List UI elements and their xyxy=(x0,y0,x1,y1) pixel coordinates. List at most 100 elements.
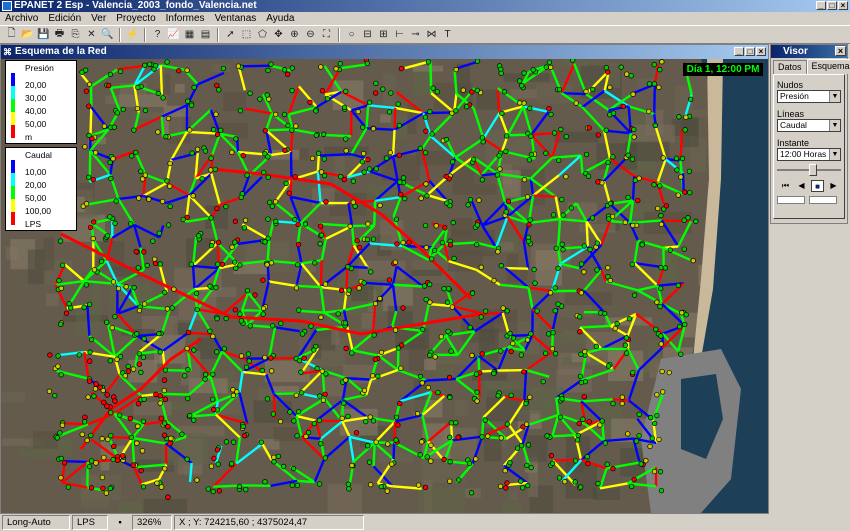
map-maximize-button[interactable]: □ xyxy=(745,47,755,56)
junction-node xyxy=(368,269,374,275)
junction-node xyxy=(482,417,488,423)
options-icon[interactable]: ▤ xyxy=(198,27,213,42)
junction-node xyxy=(117,68,124,74)
links-select[interactable]: Caudal ▼ xyxy=(777,119,841,132)
minimize-button[interactable]: _ xyxy=(816,1,826,10)
graph-icon[interactable]: 📈 xyxy=(166,27,181,42)
junction-node xyxy=(47,352,53,358)
zoom-in-icon[interactable]: ⊕ xyxy=(287,27,302,42)
junction-node xyxy=(663,203,670,209)
junction-node xyxy=(318,441,324,447)
junction-node xyxy=(587,246,593,253)
junction-node xyxy=(107,485,113,491)
pipe-icon[interactable]: ⊢ xyxy=(392,27,407,42)
junction-node xyxy=(364,60,370,67)
pump-icon[interactable]: ⊸ xyxy=(408,27,423,42)
pressure-legend[interactable]: Presión 20,00 30,00 40,00 50,00 m xyxy=(5,60,77,144)
save-icon[interactable]: 💾 xyxy=(36,27,51,42)
junction-node xyxy=(125,363,131,369)
reservoir-icon[interactable]: ⊟ xyxy=(360,27,375,42)
rewind-button[interactable]: ⏮ xyxy=(779,180,792,192)
region-icon[interactable]: ⬠ xyxy=(255,27,270,42)
junction-node xyxy=(298,369,304,375)
junction-node xyxy=(260,277,266,283)
junction-node xyxy=(361,387,368,393)
chevron-down-icon[interactable]: ▼ xyxy=(829,120,840,131)
new-icon[interactable]: 🗋 xyxy=(4,27,19,42)
junction-node xyxy=(449,304,455,310)
network-map-canvas[interactable] xyxy=(1,59,768,513)
zoom-out-icon[interactable]: ⊖ xyxy=(303,27,318,42)
junction-icon[interactable]: ○ xyxy=(344,27,359,42)
junction-node xyxy=(572,479,578,485)
tab-esquema[interactable]: Esquema xyxy=(806,59,850,74)
full-extent-icon[interactable]: ⛶ xyxy=(319,27,334,42)
junction-node xyxy=(262,127,268,134)
junction-node xyxy=(210,396,216,403)
menu-edicion[interactable]: Edición xyxy=(47,12,82,25)
city-block xyxy=(174,83,185,93)
pipe-link xyxy=(296,284,321,289)
junction-node xyxy=(498,435,504,441)
time-slider[interactable] xyxy=(777,164,841,176)
vertex-icon[interactable]: ⬚ xyxy=(239,27,254,42)
find-icon[interactable]: 🔍 xyxy=(100,27,115,42)
chevron-down-icon[interactable]: ▼ xyxy=(829,91,840,102)
menu-ventanas[interactable]: Ventanas xyxy=(214,12,258,25)
close-button[interactable]: × xyxy=(838,1,848,10)
open-icon[interactable]: 📂 xyxy=(20,27,35,42)
label-icon[interactable]: T xyxy=(440,27,455,42)
status-zoom: 326% xyxy=(132,515,172,530)
menu-archivo[interactable]: Archivo xyxy=(4,12,39,25)
nodes-select[interactable]: Presión ▼ xyxy=(777,90,841,103)
query-icon[interactable]: ? xyxy=(150,27,165,42)
junction-node xyxy=(469,290,476,296)
menu-bar: Archivo Edición Ver Proyecto Informes Ve… xyxy=(0,12,850,25)
junction-node xyxy=(133,149,139,156)
junction-node xyxy=(528,331,534,337)
map-minimize-button[interactable]: _ xyxy=(734,47,744,56)
junction-node xyxy=(558,126,564,133)
maximize-button[interactable]: □ xyxy=(827,1,837,10)
city-block xyxy=(380,114,391,123)
map-close-button[interactable]: × xyxy=(756,47,766,56)
animation-speed-left[interactable] xyxy=(777,196,805,204)
junction-node xyxy=(152,256,158,262)
time-select[interactable]: 12:00 Horas ▼ xyxy=(777,148,841,161)
menu-ayuda[interactable]: Ayuda xyxy=(265,12,295,25)
junction-node xyxy=(495,393,501,399)
time-slider-thumb[interactable] xyxy=(809,164,817,176)
junction-node xyxy=(540,378,546,385)
copy-icon[interactable]: ⎘ xyxy=(68,27,83,42)
delete-icon[interactable]: ✕ xyxy=(84,27,99,42)
junction-node xyxy=(662,265,668,271)
junction-node xyxy=(191,417,197,423)
junction-node xyxy=(504,133,510,139)
select-icon[interactable]: ➚ xyxy=(223,27,238,42)
table-icon[interactable]: ▦ xyxy=(182,27,197,42)
run-icon[interactable]: ⚡ xyxy=(125,27,140,42)
flow-legend[interactable]: Caudal 10,00 20,00 50,00 100,00 LPS xyxy=(5,147,77,231)
valve-icon[interactable]: ⋈ xyxy=(424,27,439,42)
junction-node xyxy=(86,174,92,180)
animation-speed-right[interactable] xyxy=(809,196,837,204)
menu-informes[interactable]: Informes xyxy=(165,12,206,25)
junction-node xyxy=(130,366,137,372)
junction-node xyxy=(422,149,429,156)
pan-icon[interactable]: ✥ xyxy=(271,27,286,42)
junction-node xyxy=(305,429,312,436)
junction-node xyxy=(208,155,214,161)
stop-button[interactable]: ■ xyxy=(811,180,824,192)
menu-ver[interactable]: Ver xyxy=(90,12,107,25)
visor-close-button[interactable]: × xyxy=(835,46,846,56)
play-forward-button[interactable]: ▶ xyxy=(827,180,840,192)
tab-datos[interactable]: Datos xyxy=(773,60,807,74)
chevron-down-icon[interactable]: ▼ xyxy=(829,149,840,160)
network-map[interactable]: Presión 20,00 30,00 40,00 50,00 m Caudal… xyxy=(1,59,768,513)
step-back-button[interactable]: ◀ xyxy=(795,180,808,192)
junction-node xyxy=(316,417,323,424)
print-icon[interactable]: 🖶 xyxy=(52,27,67,42)
junction-node xyxy=(527,394,533,400)
menu-proyecto[interactable]: Proyecto xyxy=(115,12,156,25)
tank-icon[interactable]: ⊞ xyxy=(376,27,391,42)
